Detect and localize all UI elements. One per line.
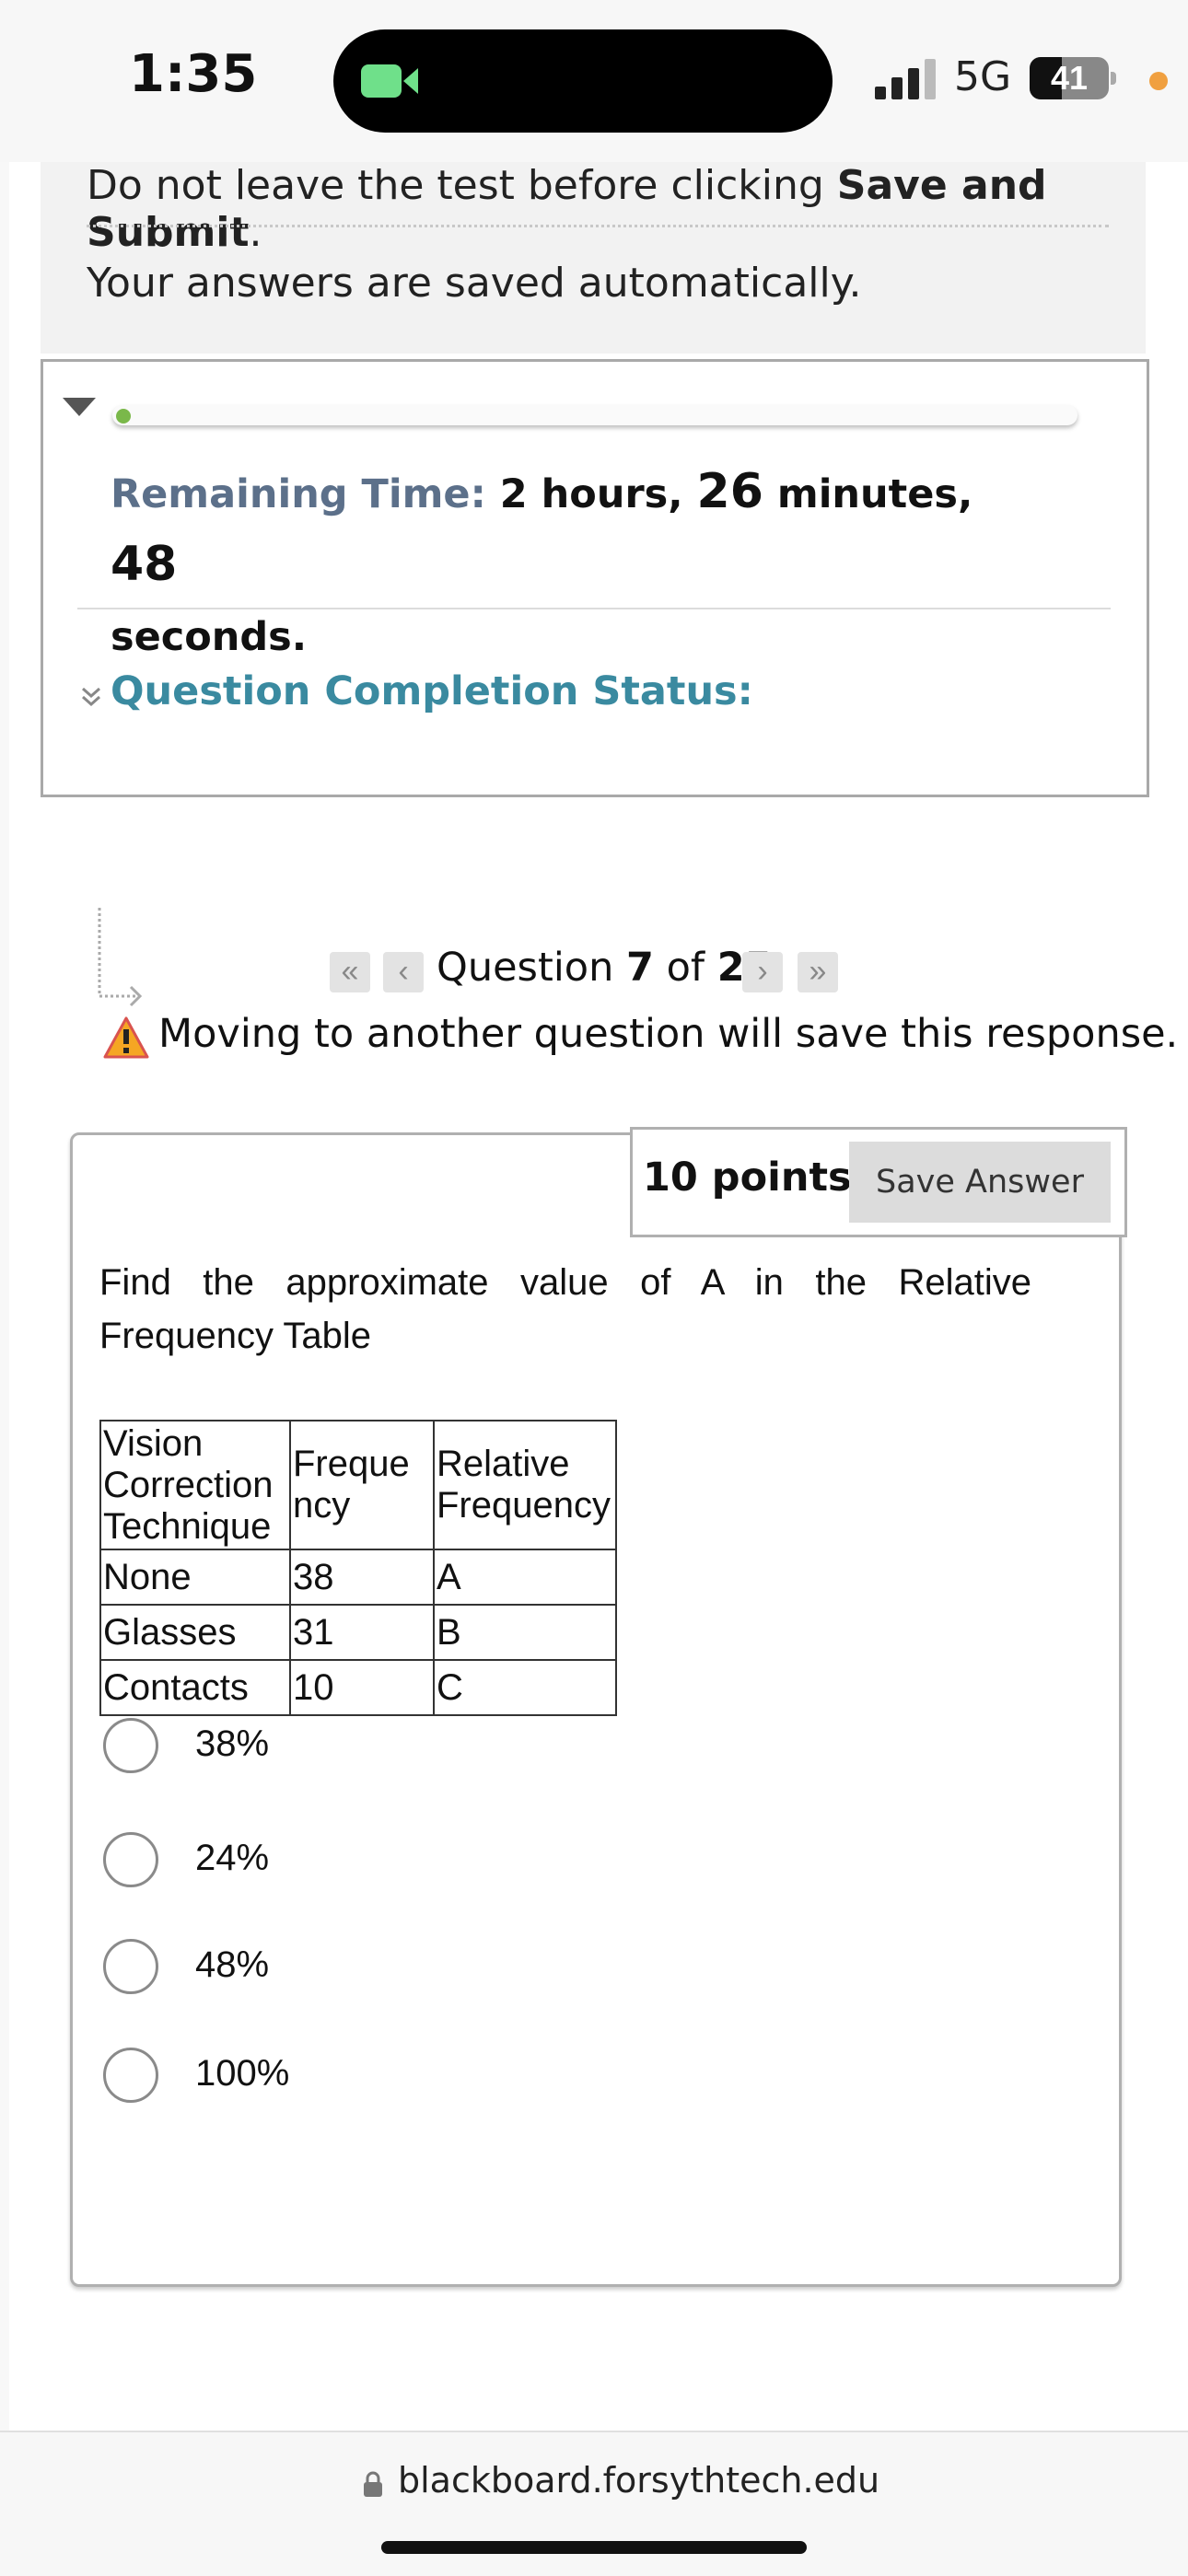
question-counter-of: of: [653, 945, 717, 991]
table-cell: A: [433, 1549, 617, 1606]
minutes-unit: minutes,: [763, 471, 973, 517]
submit-reminder-text: Do not leave the test before clicking: [87, 162, 837, 209]
video-camera-icon: [361, 64, 418, 98]
header-text: ncy: [293, 1485, 351, 1526]
header-text: Vision: [103, 1422, 204, 1464]
question-counter: Question 7 of 25: [437, 945, 773, 991]
header-text: Frequency: [437, 1485, 611, 1526]
header-text: Correction: [103, 1464, 274, 1505]
home-indicator[interactable]: [381, 2541, 807, 2554]
answer-option[interactable]: 38%: [103, 1718, 748, 1777]
autosave-note: Your answers are saved automatically.: [87, 260, 862, 307]
battery-indicator: 41: [1030, 57, 1109, 99]
table-cell: Glasses: [99, 1604, 291, 1661]
current-question-number: 7: [626, 945, 654, 991]
table-cell: 31: [289, 1604, 435, 1661]
option-label: 48%: [195, 1944, 270, 1985]
table-cell: 38: [289, 1549, 435, 1606]
question-text-line2: Frequency Table: [99, 1316, 371, 1356]
header-text: Technique: [103, 1505, 272, 1547]
save-answer-button[interactable]: Save Answer: [849, 1142, 1111, 1223]
browser-address-bar: [0, 2431, 1188, 2576]
signal-icon: [875, 59, 936, 99]
table-cell: 10: [289, 1659, 435, 1716]
status-time: 1:35: [129, 44, 258, 104]
submit-reminder-period: .: [249, 209, 262, 256]
answer-option[interactable]: 24%: [103, 1832, 748, 1891]
table-cell: Contacts: [99, 1659, 291, 1716]
seconds-unit: seconds.: [111, 614, 308, 660]
question-points: 10 points: [643, 1155, 852, 1201]
submit-reminder: Do not leave the test before clicking Sa…: [87, 162, 1188, 256]
option-label: 38%: [195, 1723, 270, 1764]
table-cell: B: [433, 1604, 617, 1661]
remaining-hours: 2: [499, 471, 528, 517]
question-text-line1: Find the approximate value of A in the R…: [99, 1262, 1031, 1303]
answer-option[interactable]: 48%: [103, 1939, 748, 1998]
dynamic-island: [333, 29, 833, 133]
dotted-divider: [87, 225, 1109, 227]
header-text: Freque: [293, 1444, 410, 1484]
remaining-minutes: 26: [696, 464, 763, 519]
answer-option[interactable]: 100%: [103, 2048, 748, 2106]
previous-question-button[interactable]: ‹: [383, 952, 424, 992]
battery-cap: [1111, 72, 1116, 85]
network-type: 5G: [954, 53, 1012, 100]
header-technique: Vision Correction Technique: [99, 1420, 291, 1550]
table-row: Glasses 31 B: [99, 1604, 617, 1661]
radio-button[interactable]: [103, 1718, 158, 1773]
header-text: Relative: [437, 1444, 570, 1484]
collapse-triangle-icon[interactable]: [63, 398, 96, 416]
remaining-seconds: 48: [111, 537, 178, 592]
timer-divider: [77, 608, 1111, 609]
frequency-table: Vision Correction Technique Freque ncy Rela…: [99, 1420, 617, 1716]
table-row: None 38 A: [99, 1549, 617, 1606]
remaining-time-label: Remaining Time:: [111, 471, 486, 517]
table-row: Contacts 10 C: [99, 1659, 617, 1716]
radio-button[interactable]: [103, 1832, 158, 1887]
time-progress-bar: [112, 405, 1077, 425]
next-question-button[interactable]: ›: [742, 952, 783, 992]
privacy-indicator-dot: [1149, 72, 1168, 90]
table-cell: None: [99, 1549, 291, 1606]
address-url[interactable]: blackboard.forsythtech.edu: [398, 2460, 879, 2501]
time-progress-fill: [116, 409, 131, 424]
lock-icon: [364, 2471, 382, 2497]
first-question-button[interactable]: «: [330, 952, 370, 992]
radio-button[interactable]: [103, 2048, 158, 2103]
header-relative-frequency: Relative Frequency: [433, 1420, 617, 1550]
table-cell: C: [433, 1659, 617, 1716]
double-chevron-icon[interactable]: [77, 683, 105, 711]
option-label: 24%: [195, 1838, 270, 1878]
nav-arrow-icon: [98, 908, 143, 1007]
table-header-row: Vision Correction Technique Freque ncy Rela…: [99, 1420, 617, 1550]
warning-icon: [103, 1016, 149, 1059]
radio-button[interactable]: [103, 1939, 158, 1994]
battery-level-text: 41: [1050, 59, 1089, 97]
last-question-button[interactable]: »: [798, 952, 838, 992]
question-completion-status-toggle[interactable]: Question Completion Status:: [111, 668, 753, 714]
header-frequency: Freque ncy: [289, 1420, 435, 1550]
hours-unit: hours,: [527, 471, 697, 517]
autosave-warning: Moving to another question will save thi…: [158, 1011, 1179, 1057]
option-label: 100%: [195, 2053, 290, 2094]
question-counter-prefix: Question: [437, 945, 626, 991]
remaining-time: Remaining Time: 2 hours, 26 minutes, 48 s…: [111, 457, 1031, 672]
